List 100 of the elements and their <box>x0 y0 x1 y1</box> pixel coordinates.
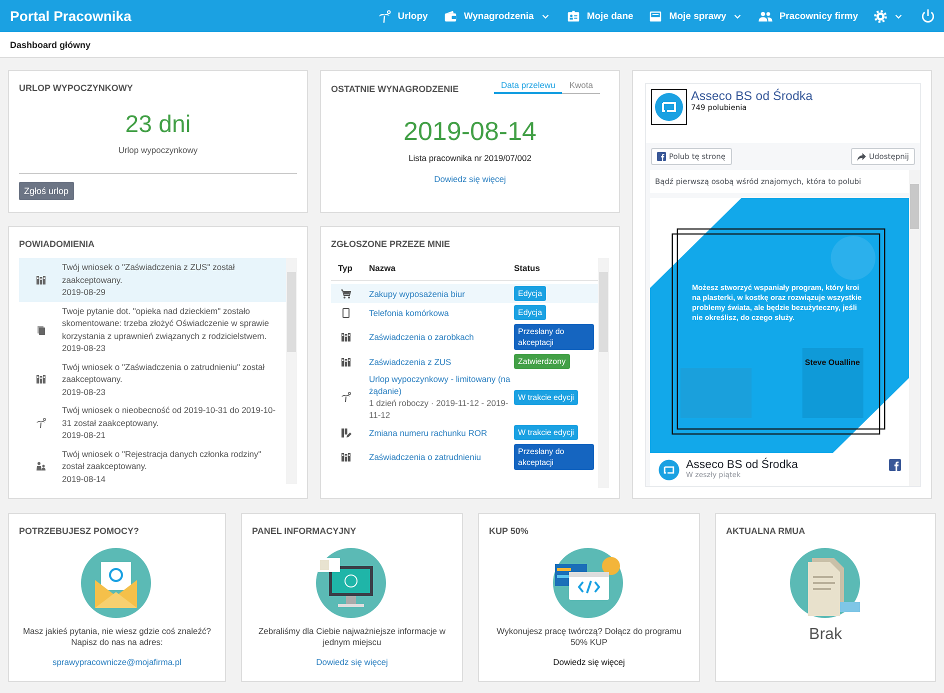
page-name-link[interactable]: Asseco BS od Środka <box>691 89 813 103</box>
phone-icon <box>340 306 352 318</box>
request-name-link[interactable]: Zaświadczenia o zarobkach <box>369 331 514 343</box>
envelope-drawing <box>81 548 153 620</box>
request-name-link[interactable]: Telefonia komórkowa <box>369 306 514 318</box>
rmua-status-value: Brak <box>809 626 842 644</box>
notification-text: Twój wniosek o nieobecność od 2019-10-31 do 2019-10-31 został zaakceptowany. <box>62 404 277 429</box>
request-name-link[interactable]: Zaświadczenia o zatrudnieniu <box>369 451 514 463</box>
binders-icon <box>340 356 352 368</box>
notification-item[interactable]: Twój wniosek o "Zaświadczenia z ZUS" został zaakceptowany. 2019-08-29 <box>19 258 286 302</box>
learn-more-link[interactable]: Dowiedz się więcej <box>553 657 625 667</box>
column-header: Status <box>514 263 541 273</box>
binders-icon <box>34 373 46 386</box>
binders-icon <box>34 274 46 286</box>
binders-icon <box>340 331 352 343</box>
nav-link[interactable]: Moje dane <box>566 8 634 24</box>
palm-tree-icon <box>340 391 352 403</box>
id-card-icon <box>566 8 581 24</box>
copy-icon <box>34 324 46 336</box>
status-badge: Edycja <box>514 305 546 320</box>
status-badge: Przesłany do akceptacji <box>514 444 594 470</box>
notification-text: Twój wniosek o "Rejestracja danych członka rodziny" został zaakceptowany. <box>62 448 262 472</box>
status-badge: Przesłany do akceptacji <box>514 324 594 350</box>
notification-item[interactable]: Twój wniosek o "Rejestracja danych członka rodziny" został zaakceptowany. 2019-08-14 <box>19 444 286 484</box>
nav-link[interactable]: Moje sprawy <box>648 8 744 24</box>
table-row[interactable]: Zmiana numeru rachunku ROR W trakcie edycji <box>331 423 598 442</box>
notification-item[interactable]: Twoje pytanie dot. "opieka nad dzieckiem" zostało skomentowane: trzeba złożyć Oświadczenie w sprawie korzystania z uprawnień związanych z rodzicielstwem. 2019-08-23 <box>19 302 286 358</box>
notification-text: Twoje pytanie dot. "opieka nad dzieckiem" zostało skomentowane: trzeba złożyć Oświadczenie w sprawie korzystania z uprawnień związanych z rodzicielstwem. <box>62 304 270 342</box>
edit-icon <box>340 426 352 438</box>
scrollbar[interactable] <box>598 258 609 488</box>
payslip-caption: Lista pracownika nr 2019/07/002 <box>408 153 532 163</box>
card-title: POTRZEBUJESZ POMOCY? <box>19 526 140 536</box>
notification-text: Twój wniosek o "Zaświadczenia o zatrudnieniu" został zaakceptowany. <box>62 360 266 386</box>
nav-link[interactable]: Urlopy <box>376 8 428 24</box>
learn-more-link[interactable]: Dowiedz się więcej <box>434 174 506 184</box>
status-badge: Edycja <box>514 286 546 301</box>
notification-date: 2019-08-29 <box>62 286 106 298</box>
card-title: OSTATNIE WYNAGRODZENIE <box>331 84 459 94</box>
nav-link[interactable]: Wynagrodzenia <box>442 8 551 24</box>
scrollbar[interactable] <box>286 258 297 484</box>
code-window-drawing <box>553 548 625 620</box>
table-row[interactable]: Zaświadczenia z ZUS Zatwierdzony <box>331 352 598 371</box>
inbox-icon <box>648 8 664 24</box>
request-detail: 1 dzień roboczy · 2019-11-12 - 2019-11-12 <box>369 397 510 421</box>
email-link[interactable]: sprawypracownicze@mojafirma.pl <box>52 657 182 667</box>
table-row[interactable]: Telefonia komórkowa Edycja <box>331 303 598 322</box>
table-row[interactable]: Urlop wypoczynkowy - limitowany (na żądanie) 1 dzień roboczy · 2019-11-12 - 2019-11-12 W trakcie edycji <box>331 371 598 423</box>
card-title: AKTUALNA RMUA <box>726 526 806 536</box>
facebook-icon <box>889 459 901 471</box>
notification-date: 2019-08-21 <box>62 429 106 442</box>
card-title: POWIADOMIENIA <box>19 239 96 249</box>
card-title: ZGŁOSZONE PRZEZE MNIE <box>331 239 452 249</box>
post-page-name[interactable]: Asseco BS od Środka <box>686 459 883 471</box>
request-name-link[interactable]: Zakupy wyposażenia biur <box>369 288 514 300</box>
palm-tree-icon <box>34 416 46 429</box>
binders-icon <box>340 451 352 463</box>
logo-icon <box>654 92 684 122</box>
card-title: PANEL INFORMACYJNY <box>252 526 356 536</box>
table-row[interactable]: Zaświadczenia o zatrudnieniu Przesłany do akceptacji <box>331 442 598 472</box>
logout-button[interactable] <box>920 8 936 24</box>
palm-tree-icon <box>376 8 392 24</box>
request-name-link[interactable]: Zaświadczenia z ZUS <box>369 356 514 368</box>
share-arrow-icon <box>857 152 866 160</box>
monitor-drawing <box>316 548 388 620</box>
table-row[interactable]: Zaświadczenia o zarobkach Przesłany do akceptacji <box>331 322 598 352</box>
column-header: Typ <box>337 263 354 273</box>
document-drawing <box>790 548 862 620</box>
page-title: Dashboard główny <box>10 40 91 50</box>
notification-date: 2019-08-14 <box>62 472 106 484</box>
wallet-icon <box>442 8 458 24</box>
status-badge: W trakcie edycji <box>514 425 578 440</box>
status-badge: W trakcie edycji <box>514 390 578 404</box>
learn-more-link[interactable]: Dowiedz się więcej <box>316 657 388 667</box>
tab[interactable]: Data przelewu <box>494 79 562 94</box>
nav-link[interactable]: Pracownicy firmy <box>758 8 858 24</box>
card-title: URLOP WYPOCZYNKOWY <box>19 83 134 93</box>
family-icon <box>34 460 46 472</box>
leave-days-value: 23 dni <box>124 111 192 139</box>
power-icon <box>920 8 936 24</box>
notification-date: 2019-08-23 <box>62 342 106 354</box>
column-header: Nazwa <box>369 263 396 273</box>
card-title: KUP 50% <box>489 526 528 536</box>
leave-caption: Urlop wypoczynkowy <box>117 145 199 155</box>
request-name-link[interactable]: Urlop wypoczynkowy - limitowany (na żądanie) <box>369 373 514 397</box>
notification-item[interactable]: Twój wniosek o "Zaświadczenia o zatrudnieniu" został zaakceptowany. 2019-08-23 <box>19 358 286 401</box>
info-text: Masz jakieś pytania, nie wiesz gdzie coś znaleźć? Napisz do nas na adres: <box>22 626 212 648</box>
notification-text: Twój wniosek o "Zaświadczenia z ZUS" został zaakceptowany. <box>62 261 236 286</box>
notification-item[interactable]: Twój wniosek o nieobecność od 2019-10-31 do 2019-10-31 został zaakceptowany. 2019-08-21 <box>19 401 286 444</box>
settings-menu-button[interactable] <box>873 8 904 24</box>
table-row[interactable]: Zakupy wyposażenia biur Edycja <box>331 284 598 303</box>
scrollbar[interactable] <box>909 170 920 486</box>
quote-author: Steve Oualline <box>804 358 860 367</box>
request-name-link[interactable]: Zmiana numeru rachunku ROR <box>369 426 514 438</box>
info-text: Wykonujesz pracę twórczą? Dołącz do programu 50% KUP <box>496 626 682 648</box>
logo-icon <box>658 459 680 481</box>
tab[interactable]: Kwota <box>562 79 600 93</box>
request-leave-button[interactable]: Zgłoś urlop <box>19 182 74 200</box>
settings-icon <box>873 8 888 24</box>
salary-date-value: 2019-08-14 <box>402 116 538 147</box>
notification-date: 2019-08-23 <box>62 386 106 398</box>
